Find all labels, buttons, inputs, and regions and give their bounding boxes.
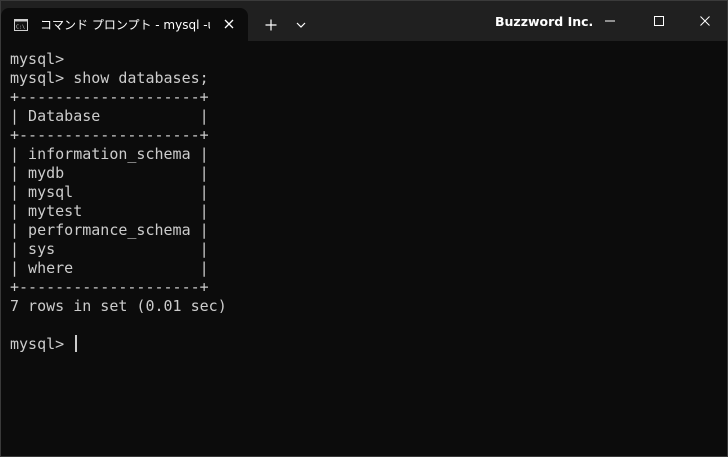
tab-command-prompt[interactable]: C:\ コマンド プロンプト - mysql -u roo [1, 8, 248, 41]
chevron-down-icon [296, 22, 306, 28]
prompt-text: mysql> [10, 335, 74, 353]
close-icon [700, 16, 710, 26]
console-prompt-line[interactable]: mysql> [10, 335, 720, 354]
minimize-button[interactable] [599, 9, 621, 33]
close-icon [224, 19, 234, 29]
console-line: | performance_schema | [10, 221, 209, 239]
maximize-icon [654, 16, 664, 26]
console-line: +--------------------+ [10, 126, 209, 144]
window-close-button[interactable] [694, 9, 716, 33]
console-line: | information_schema | [10, 145, 209, 163]
console-line: | Database | [10, 107, 209, 125]
plus-icon [265, 19, 277, 31]
tab-close-button[interactable] [219, 14, 239, 34]
window-title: Buzzword Inc. [495, 14, 594, 29]
console-line: mysql> show databases; [10, 69, 209, 87]
console-line: | mysql | [10, 183, 209, 201]
minimize-icon [605, 20, 615, 22]
console-line: | mydb | [10, 164, 209, 182]
command-prompt-icon: C:\ [14, 18, 28, 31]
maximize-button[interactable] [648, 9, 670, 33]
text-cursor [75, 335, 78, 352]
console-line: 7 rows in set (0.01 sec) [10, 297, 227, 315]
console-line: +--------------------+ [10, 88, 209, 106]
terminal-window: C:\ コマンド プロンプト - mysql -u roo Buzzword I… [0, 0, 728, 457]
tab-title: コマンド プロンプト - mysql -u roo [40, 18, 210, 32]
tab-dropdown-button[interactable] [290, 13, 312, 37]
console-line: | mytest | [10, 202, 209, 220]
console-line: | where | [10, 259, 209, 277]
console-line: mysql> [10, 50, 65, 68]
console-line: | sys | [10, 240, 209, 258]
svg-text:C:\: C:\ [16, 25, 25, 31]
new-tab-button[interactable] [259, 13, 283, 37]
title-bar[interactable]: C:\ コマンド プロンプト - mysql -u roo Buzzword I… [1, 1, 727, 41]
console-line: +--------------------+ [10, 278, 209, 296]
console-output[interactable]: mysql> mysql> show databases; +---------… [10, 50, 720, 448]
